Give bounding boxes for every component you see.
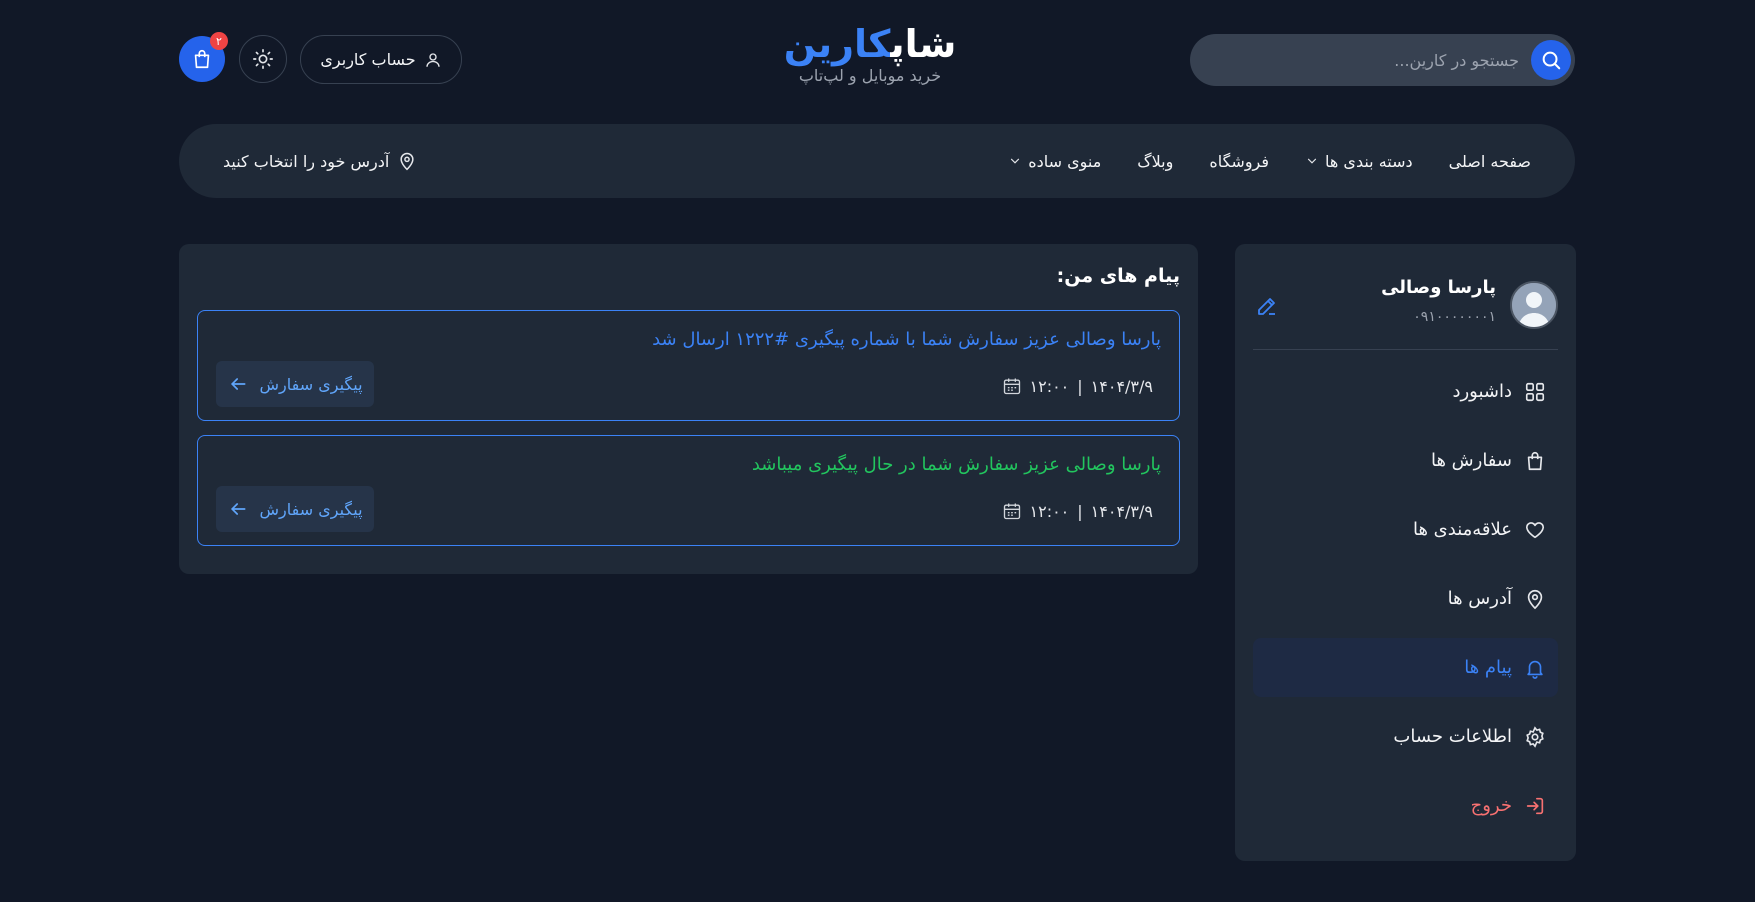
search-icon [1542, 51, 1561, 70]
nav-item-categories[interactable]: دسته بندی ها [1305, 152, 1413, 171]
search-button[interactable] [1531, 40, 1571, 80]
profile-phone: ۰۹۱۰۰۰۰۰۰۰۱ [1413, 309, 1496, 325]
track-order-label: پیگیری سفارش [259, 374, 363, 394]
message-date: ۱۴۰۴/۳/۹ [1090, 376, 1153, 396]
arrow-left-icon [230, 503, 245, 515]
logo-subtitle: خرید موبایل و لپ‌تاپ [798, 66, 942, 85]
nav-item-simple-menu[interactable]: منوی ساده [1008, 152, 1101, 171]
message-card: پارسا وصالی عزیز سفارش شما با شماره پیگی… [197, 310, 1180, 421]
messages-panel: پیام های من: پارسا وصالی عزیز سفارش شما … [179, 244, 1198, 574]
sidebar-item-addresses[interactable]: آدرس ها [1253, 569, 1558, 628]
message-time: ۱۲:۰۰ [1029, 501, 1070, 521]
account-sidebar: پارسا وصالی ۰۹۱۰۰۰۰۰۰۰۱ داشبورد سفارش ها… [1235, 244, 1576, 861]
nav-item-shop[interactable]: فروشگاه [1209, 152, 1269, 171]
sidebar-item-logout[interactable]: خروج [1253, 776, 1558, 835]
sidebar-item-account-info[interactable]: اطلاعات حساب [1253, 707, 1558, 766]
message-meta: ۱۲:۰۰ | ۱۴۰۴/۳/۹ [1002, 501, 1153, 521]
theme-toggle-button[interactable] [239, 35, 287, 83]
sidebar-item-label: سفارش ها [1430, 450, 1512, 471]
select-address-label: آدرس خود را انتخاب کنید [223, 151, 390, 171]
gear-icon [1526, 725, 1544, 748]
avatar [1510, 281, 1558, 329]
edit-icon [1258, 298, 1275, 315]
profile-name: پارسا وصالی [1381, 277, 1496, 298]
nav-item-blog[interactable]: وبلاگ [1137, 152, 1173, 171]
sidebar-item-dashboard[interactable]: داشبورد [1253, 362, 1558, 421]
page-title: پیام های من: [1056, 265, 1180, 287]
calendar-icon [1003, 378, 1020, 395]
message-text: پارسا وصالی عزیز سفارش شما در حال پیگیری… [751, 454, 1161, 475]
cart-button[interactable]: ۲ [179, 32, 228, 82]
account-label: حساب کاربری [320, 50, 416, 69]
message-card: پارسا وصالی عزیز سفارش شما در حال پیگیری… [197, 435, 1180, 546]
message-date: ۱۴۰۴/۳/۹ [1090, 501, 1153, 521]
sidebar-item-label: خروج [1470, 795, 1512, 816]
track-order-button[interactable]: پیگیری سفارش [216, 486, 374, 532]
select-address-button[interactable]: آدرس خود را انتخاب کنید [223, 150, 417, 172]
nav-item-home[interactable]: صفحه اصلی [1449, 152, 1531, 171]
sidebar-item-label: اطلاعات حساب [1393, 726, 1512, 747]
location-pin-icon [400, 152, 414, 171]
search-input[interactable] [1190, 34, 1531, 86]
account-button[interactable]: حساب کاربری [300, 35, 462, 84]
shopping-bag-icon [194, 49, 210, 69]
chevron-down-icon [1011, 158, 1020, 164]
sidebar-item-label: آدرس ها [1447, 588, 1512, 609]
main-nav: صفحه اصلی دسته بندی ها فروشگاه وبلاگ منو… [179, 124, 1575, 198]
track-order-button[interactable]: پیگیری سفارش [216, 361, 374, 407]
sidebar-item-label: داشبورد [1452, 381, 1512, 402]
heart-icon [1525, 521, 1545, 538]
sidebar-item-label: پیام ها [1464, 657, 1512, 678]
message-text: پارسا وصالی عزیز سفارش شما با شماره پیگی… [652, 329, 1161, 350]
arrow-left-icon [230, 378, 245, 390]
calendar-icon [1003, 503, 1020, 520]
edit-profile-button[interactable] [1255, 294, 1279, 318]
sidebar-item-favorites[interactable]: علاقه‌مندی ها [1253, 500, 1558, 559]
bag-icon [1527, 451, 1543, 470]
location-pin-icon [1527, 589, 1543, 609]
chevron-down-icon [1307, 158, 1317, 164]
logo-title: شاپکارین [783, 22, 958, 66]
cart-badge: ۲ [210, 32, 228, 50]
sun-icon [253, 49, 273, 69]
search-box [1190, 34, 1575, 86]
sidebar-item-messages[interactable]: پیام ها [1253, 638, 1558, 697]
logout-icon [1526, 797, 1544, 814]
bell-icon [1527, 660, 1543, 679]
sidebar-item-label: علاقه‌مندی ها [1412, 519, 1512, 540]
sidebar-item-orders[interactable]: سفارش ها [1253, 431, 1558, 490]
user-icon [425, 52, 440, 67]
logo[interactable]: شاپکارین خرید موبایل و لپ‌تاپ [770, 22, 970, 94]
track-order-label: پیگیری سفارش [259, 499, 363, 519]
sidebar-menu: داشبورد سفارش ها علاقه‌مندی ها آدرس ها پ… [1253, 362, 1558, 835]
profile-card: پارسا وصالی ۰۹۱۰۰۰۰۰۰۰۱ [1253, 244, 1558, 350]
message-time: ۱۲:۰۰ [1029, 376, 1070, 396]
dashboard-icon [1525, 382, 1545, 401]
message-meta: ۱۲:۰۰ | ۱۴۰۴/۳/۹ [1002, 376, 1153, 396]
